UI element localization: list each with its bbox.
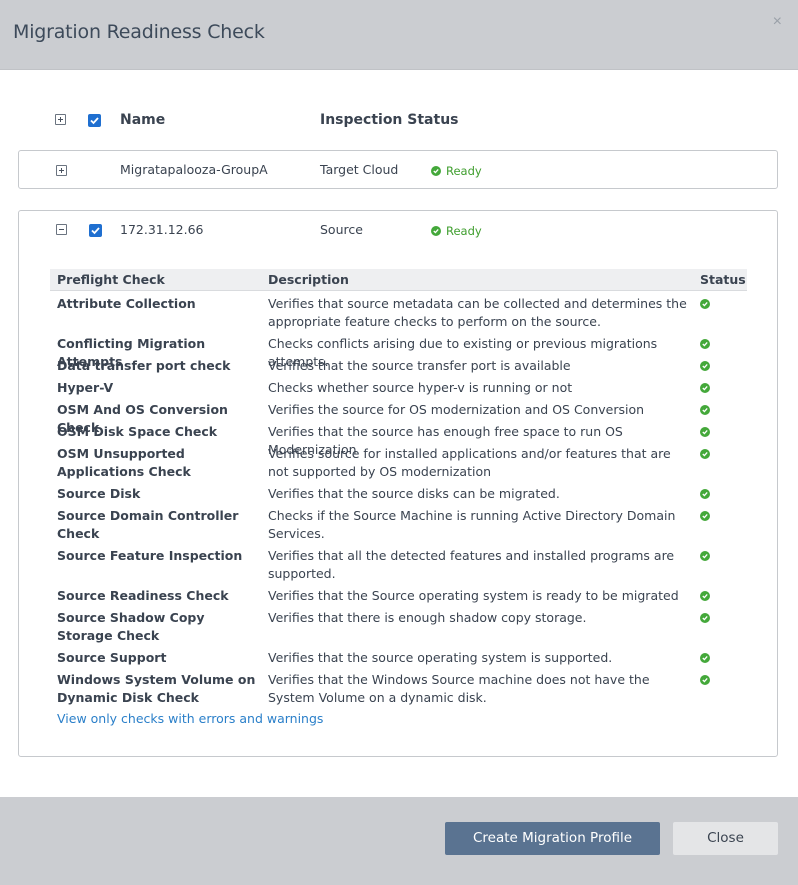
preflight-check-name: Source Domain Controller Check — [57, 508, 239, 541]
expand-all-icon[interactable] — [55, 114, 66, 125]
dialog-header: Migration Readiness Check × — [0, 0, 798, 70]
column-header-inspection-status[interactable]: Inspection Status — [320, 112, 459, 128]
preflight-check-name: Source Readiness Check — [57, 588, 229, 603]
filter-errors-warnings-link[interactable]: View only checks with errors and warning… — [57, 711, 323, 726]
preflight-table-header: Preflight Check Description Status — [50, 269, 747, 291]
header-preflight-check: Preflight Check — [57, 272, 165, 287]
status-badge: Ready — [431, 224, 482, 238]
check-circle-icon — [700, 511, 710, 521]
header-status: Status — [700, 272, 746, 287]
group-type: Target Cloud — [320, 162, 399, 177]
select-all-checkbox[interactable] — [88, 114, 101, 127]
header-description: Description — [268, 272, 349, 287]
preflight-check-name: OSM Unsupported Applications Check — [57, 446, 191, 479]
check-circle-icon — [700, 675, 710, 685]
preflight-check-description: Verifies that the Windows Source machine… — [268, 672, 650, 705]
collapse-row-icon[interactable] — [56, 224, 67, 235]
check-circle-icon — [700, 405, 710, 415]
preflight-check-name: Hyper-V — [57, 380, 114, 395]
preflight-check-description: Verifies that all the detected features … — [268, 548, 675, 581]
group-name: Migratapalooza-GroupA — [120, 162, 268, 177]
check-circle-icon — [700, 613, 710, 623]
preflight-check-description: Verifies that the Source operating syste… — [268, 588, 679, 603]
migration-readiness-dialog: Migration Readiness Check × Name Inspect… — [0, 0, 798, 885]
check-circle-icon — [700, 299, 710, 309]
expand-row-icon[interactable] — [56, 165, 67, 176]
preflight-check-description: Verifies that there is enough shadow cop… — [268, 610, 587, 625]
check-circle-icon — [700, 489, 710, 499]
check-circle-icon — [700, 653, 710, 663]
preflight-check-description: Checks if the Source Machine is running … — [268, 508, 676, 541]
preflight-check-name: Source Support — [57, 650, 167, 665]
group-row-target-cloud: Migratapalooza-GroupA Target Cloud Ready — [18, 150, 778, 189]
check-circle-icon — [431, 226, 441, 236]
preflight-check-name: Attribute Collection — [57, 296, 196, 311]
close-icon[interactable]: × — [773, 14, 782, 30]
preflight-check-description: Checks whether source hyper-v is running… — [268, 380, 573, 395]
column-header-name[interactable]: Name — [120, 112, 165, 128]
group-name: 172.31.12.66 — [120, 222, 204, 237]
check-circle-icon — [700, 427, 710, 437]
close-button[interactable]: Close — [673, 822, 778, 855]
preflight-check-description: Verifies that the source transfer port i… — [268, 358, 571, 373]
group-type: Source — [320, 222, 363, 237]
check-circle-icon — [700, 551, 710, 561]
row-checkbox[interactable] — [89, 224, 102, 237]
check-circle-icon — [700, 383, 710, 393]
check-circle-icon — [700, 361, 710, 371]
preflight-check-name: Windows System Volume on Dynamic Disk Ch… — [57, 672, 256, 705]
check-circle-icon — [700, 449, 710, 459]
check-circle-icon — [700, 339, 710, 349]
preflight-check-description: Verifies source for installed applicatio… — [268, 446, 671, 479]
check-circle-icon — [700, 591, 710, 601]
status-text: Ready — [446, 224, 482, 238]
dialog-title: Migration Readiness Check — [13, 21, 265, 43]
status-badge: Ready — [431, 164, 482, 178]
check-circle-icon — [431, 166, 441, 176]
create-migration-profile-button[interactable]: Create Migration Profile — [445, 822, 660, 855]
status-text: Ready — [446, 164, 482, 178]
preflight-check-description: Verifies that the source operating syste… — [268, 650, 613, 665]
preflight-check-description: Verifies that source metadata can be col… — [268, 296, 687, 329]
preflight-check-name: Source Shadow Copy Storage Check — [57, 610, 205, 643]
preflight-check-name: OSM Disk Space Check — [57, 424, 218, 439]
preflight-check-description: Verifies that the source disks can be mi… — [268, 486, 560, 501]
preflight-check-name: Source Feature Inspection — [57, 548, 243, 563]
preflight-check-name: Source Disk — [57, 486, 141, 501]
preflight-check-description: Verifies the source for OS modernization… — [268, 402, 645, 417]
preflight-check-name: Data transfer port check — [57, 358, 231, 373]
